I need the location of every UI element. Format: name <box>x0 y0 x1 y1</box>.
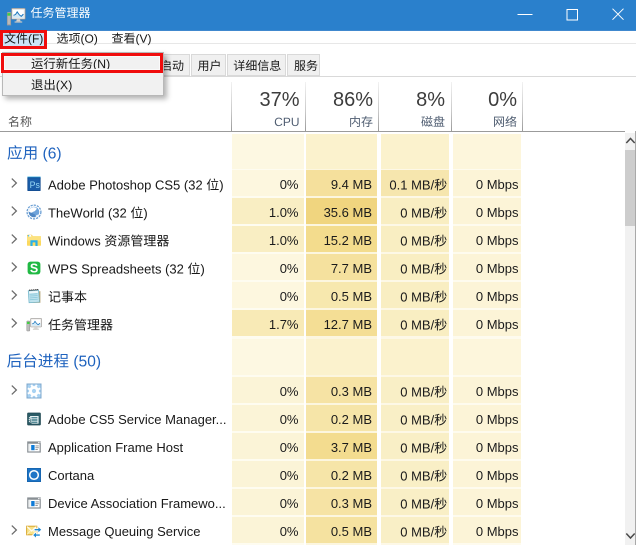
svg-text:S: S <box>30 262 38 276</box>
svg-text:Ps: Ps <box>30 180 41 190</box>
